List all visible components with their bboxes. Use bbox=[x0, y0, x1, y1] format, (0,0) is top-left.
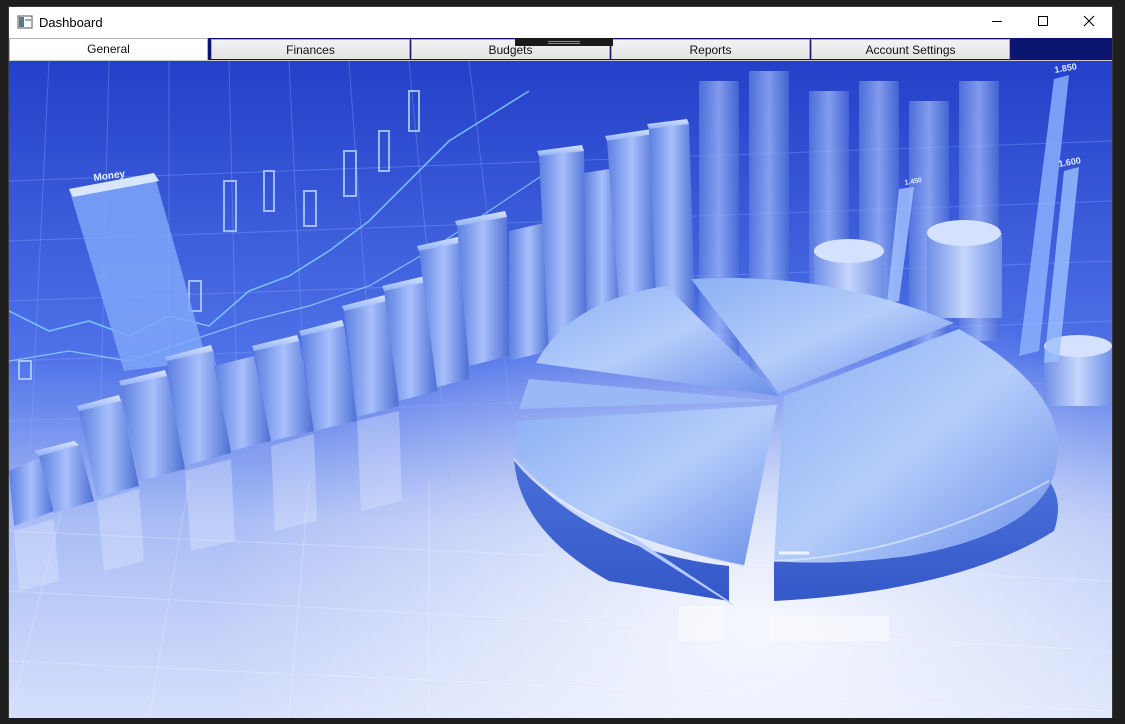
window-title: Dashboard bbox=[39, 14, 103, 30]
close-button[interactable] bbox=[1066, 7, 1112, 37]
app-icon bbox=[17, 14, 33, 30]
drag-handle[interactable] bbox=[515, 38, 613, 46]
minimize-icon bbox=[991, 14, 1003, 30]
window-controls bbox=[974, 7, 1112, 37]
dashboard-window: Dashboard General Finances Budgets Repor… bbox=[8, 6, 1113, 718]
maximize-icon bbox=[1037, 14, 1049, 30]
finance-illustration: Money 1.850 1.600 1.450 bbox=[9, 61, 1112, 718]
tab-general[interactable]: General bbox=[9, 38, 208, 60]
minimize-button[interactable] bbox=[974, 7, 1020, 37]
maximize-button[interactable] bbox=[1020, 7, 1066, 37]
tab-finances[interactable]: Finances bbox=[211, 39, 410, 59]
tab-reports[interactable]: Reports bbox=[611, 39, 810, 59]
dashboard-hero-image: Money 1.850 1.600 1.450 bbox=[9, 60, 1112, 718]
close-icon bbox=[1083, 14, 1095, 30]
title-bar[interactable]: Dashboard bbox=[9, 7, 1112, 37]
tab-bar: General Finances Budgets Reports Account… bbox=[9, 38, 1112, 60]
tab-account-settings[interactable]: Account Settings bbox=[811, 39, 1010, 59]
